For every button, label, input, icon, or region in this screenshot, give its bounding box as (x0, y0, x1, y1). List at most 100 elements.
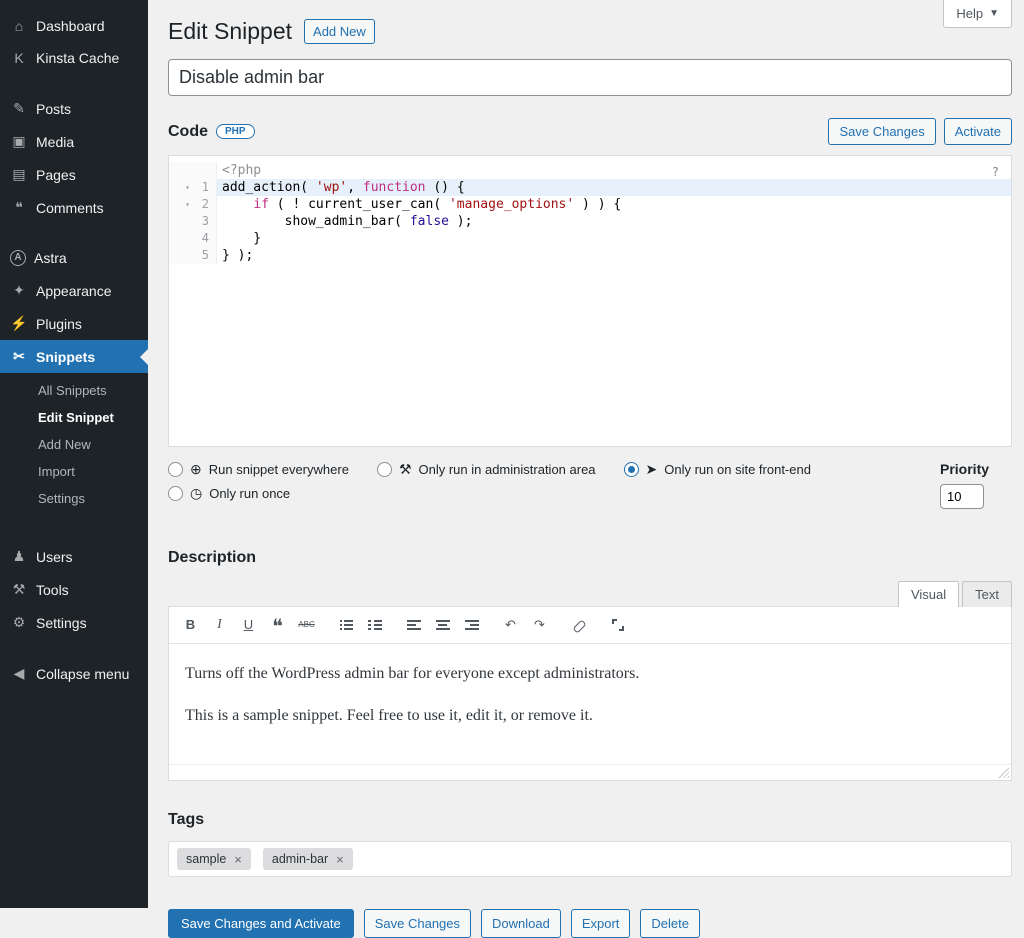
sidebar-item-tools[interactable]: ⚒Tools (0, 573, 148, 606)
activate-button[interactable]: Activate (944, 118, 1012, 145)
scope-option-only-run-in-administration-area[interactable]: ⚒ Only run in administration area (377, 461, 596, 478)
scope-option-run-snippet-everywhere[interactable]: ⊕Run snippet everywhere (168, 461, 349, 478)
sidebar-item-label: Dashboard (36, 18, 105, 34)
php-badge: PHP (216, 124, 255, 139)
bold-button[interactable]: B (177, 613, 204, 637)
download-button[interactable]: Download (481, 909, 561, 938)
code-line-3[interactable]: 3 show_admin_bar( false ); (169, 213, 1011, 230)
fold-arrow-icon[interactable]: ▾ (183, 179, 192, 196)
sidebar-item-label: Tools (36, 582, 69, 598)
priority-input[interactable] (940, 484, 984, 509)
sidebar-item-label: Posts (36, 101, 71, 117)
save-changes-and-activate-button[interactable]: Save Changes and Activate (168, 909, 354, 938)
main-content: Help ▼ Edit Snippet Add New Code PHP Sav… (148, 0, 1024, 908)
sidebar-item-appearance[interactable]: ✦Appearance (0, 274, 148, 307)
blockquote-button[interactable]: ❝ (264, 613, 291, 637)
sidebar-item-comments[interactable]: ❝ Comments (0, 191, 148, 224)
gutter: 3 (169, 213, 217, 230)
snippets-icon: ✂ (10, 348, 28, 365)
sidebar-item-dashboard[interactable]: ⌂ Dashboard (0, 10, 148, 42)
sidebar-item-kinsta-cache[interactable]: KKinsta Cache (0, 42, 148, 74)
scope-option-only-run-on-site-front-end[interactable]: ➤Only run on site front-end (624, 461, 811, 478)
wordpress-admin: ⌂ Dashboard KKinsta Cache ✎Posts▣Media▤Page… (0, 0, 1024, 908)
align-center-button[interactable] (429, 613, 456, 637)
scope-option-label: Run snippet everywhere (209, 462, 349, 477)
export-button[interactable]: Export (571, 909, 631, 938)
sidebar-item-label: Comments (36, 200, 104, 216)
tags-input[interactable]: sample× admin-bar× (168, 841, 1012, 877)
code-heading: Code (168, 123, 208, 141)
radio-unchecked[interactable] (168, 486, 183, 501)
underline-button[interactable]: U (235, 613, 262, 637)
sidebar-item-posts[interactable]: ✎Posts (0, 92, 148, 125)
radio-unchecked[interactable] (377, 462, 392, 477)
description-editor[interactable]: Turns off the WordPress admin bar for ev… (169, 644, 1011, 764)
settings-icon: ⚙ (10, 614, 28, 631)
delete-button[interactable]: Delete (640, 909, 700, 938)
align-right-icon (465, 618, 479, 632)
tab-visual[interactable]: Visual (898, 581, 959, 607)
sidebar-item-snippets[interactable]: ✂Snippets (0, 340, 148, 373)
fold-arrow-icon[interactable]: ▾ (183, 196, 192, 213)
italic-button[interactable]: I (206, 613, 233, 637)
dashboard-icon: ⌂ (10, 18, 28, 34)
page-title-row: Edit Snippet Add New (168, 18, 1012, 45)
comments-icon: ❝ (10, 199, 28, 216)
tab-text[interactable]: Text (962, 581, 1012, 607)
tag-chip-sample[interactable]: sample× (177, 848, 251, 870)
align-left-button[interactable] (400, 613, 427, 637)
snippets-submenu: All SnippetsEdit SnippetAdd NewImportSet… (0, 373, 148, 522)
description-paragraph: Turns off the WordPress admin bar for ev… (185, 662, 995, 686)
help-button[interactable]: Help ▼ (943, 0, 1012, 28)
code-editor[interactable]: ? <?php ▾1add_action( 'wp', function () … (168, 155, 1012, 447)
add-new-button[interactable]: Add New (304, 19, 375, 44)
link-button[interactable] (565, 613, 592, 637)
sidebar-item-users[interactable]: ♟Users (0, 540, 148, 573)
remove-tag-icon[interactable]: × (234, 853, 242, 866)
code-line-2[interactable]: ▾2 if ( ! current_user_can( 'manage_opti… (169, 196, 1011, 213)
ordered-list-icon (368, 618, 382, 632)
kinsta-cache-icon: K (10, 50, 28, 66)
align-right-button[interactable] (458, 613, 485, 637)
radio-unchecked[interactable] (168, 462, 183, 477)
scope-option-only-run-once[interactable]: ◷Only run once (168, 485, 290, 502)
sidebar-item-label: Users (36, 549, 73, 565)
radio-checked[interactable] (624, 462, 639, 477)
sidebar-item-label: Settings (36, 615, 87, 631)
resize-handle[interactable] (998, 767, 1009, 778)
wrench-icon: ⚒ (399, 461, 412, 478)
ordered-list-button[interactable] (361, 613, 388, 637)
submenu-item-settings[interactable]: Settings (0, 485, 148, 512)
sidebar-item-label: Appearance (36, 283, 112, 299)
sidebar-item-astra[interactable]: AAstra (0, 242, 148, 274)
code-line-1[interactable]: ▾1add_action( 'wp', function () { (169, 179, 1011, 196)
submenu-item-add-new[interactable]: Add New (0, 431, 148, 458)
submenu-item-edit-snippet[interactable]: Edit Snippet (0, 404, 148, 431)
tag-chip-admin-bar[interactable]: admin-bar× (263, 848, 353, 870)
sidebar-item-plugins[interactable]: ⚡Plugins (0, 307, 148, 340)
submenu-item-all-snippets[interactable]: All Snippets (0, 377, 148, 404)
snippet-title-input[interactable] (168, 59, 1012, 96)
submenu-item-import[interactable]: Import (0, 458, 148, 485)
scope-options: ⊕Run snippet everywhere ⚒ Only run in admi… (168, 461, 811, 509)
code-line-5[interactable]: 5} ); (169, 247, 1011, 264)
scope-option-label: Only run in administration area (419, 462, 596, 477)
strikethrough-button[interactable]: ABC (293, 613, 320, 637)
save-changes-button[interactable]: Save Changes (364, 909, 471, 938)
sidebar-item-collapse-menu[interactable]: ◀Collapse menu (0, 657, 148, 690)
editor-help-icon[interactable]: ? (992, 164, 999, 181)
sidebar-item-settings[interactable]: ⚙ Settings (0, 606, 148, 639)
bullet-list-button[interactable] (332, 613, 359, 637)
sidebar-item-label: Astra (34, 250, 67, 266)
redo-button[interactable]: ↷ (526, 613, 553, 637)
sidebar-item-label: Media (36, 134, 74, 150)
undo-button[interactable]: ↶ (497, 613, 524, 637)
sidebar-item-media[interactable]: ▣Media (0, 125, 148, 158)
fullscreen-button[interactable] (604, 613, 631, 637)
pin-icon: ➤ (646, 461, 658, 478)
code-line-4[interactable]: 4 } (169, 230, 1011, 247)
blockquote-icon: ❝ (271, 618, 285, 632)
save-changes-button-top[interactable]: Save Changes (828, 118, 935, 145)
remove-tag-icon[interactable]: × (336, 853, 344, 866)
sidebar-item-pages[interactable]: ▤Pages (0, 158, 148, 191)
